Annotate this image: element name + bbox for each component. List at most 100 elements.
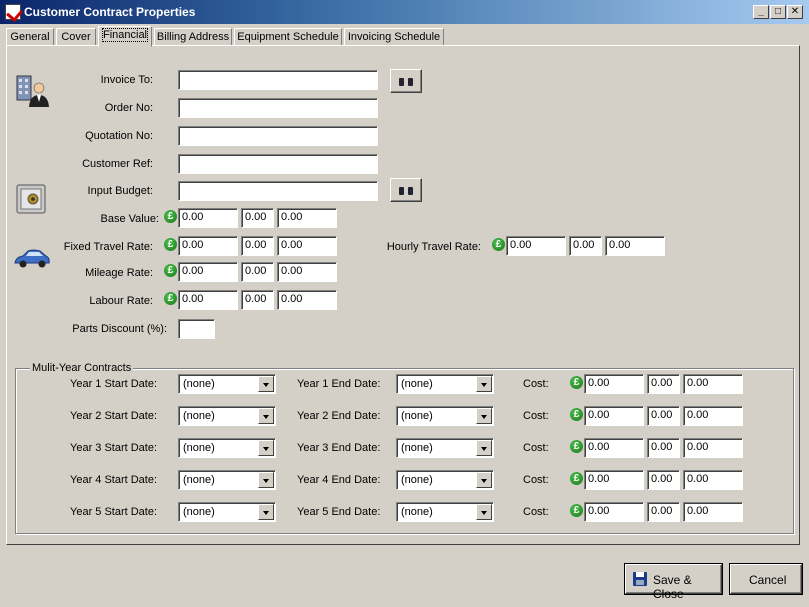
window-title: Customer Contract Properties: [24, 5, 196, 19]
tab-label: General: [10, 31, 50, 43]
select-value: (none): [401, 506, 433, 518]
quotation-no-field[interactable]: [178, 126, 378, 146]
pound-icon: £: [164, 292, 177, 305]
chevron-down-icon[interactable]: [258, 504, 274, 520]
pound-icon: £: [570, 408, 583, 421]
tab-label: Cover: [61, 31, 91, 43]
year-2-start-select[interactable]: (none): [178, 406, 276, 426]
input-budget-lookup-button[interactable]: [390, 178, 422, 202]
hourly-travel-rate-field-1[interactable]: 0.00: [506, 236, 566, 256]
cancel-label: Cancel: [749, 573, 787, 587]
year-3-cost-field-1[interactable]: 0.00: [584, 438, 644, 458]
select-value: (none): [183, 442, 215, 454]
chevron-down-icon[interactable]: [476, 440, 492, 456]
year-1-end-select[interactable]: (none): [396, 374, 494, 394]
tab-billing-address[interactable]: Billing Address: [154, 28, 232, 46]
year-1-cost-field-3[interactable]: 0.00: [683, 374, 743, 394]
year-2-cost-field-2[interactable]: 0.00: [647, 406, 680, 426]
tab-invoicing-schedule[interactable]: Invoicing Schedule: [344, 28, 444, 46]
pound-icon: £: [164, 238, 177, 251]
year-5-cost-field-3[interactable]: 0.00: [683, 502, 743, 522]
select-value: (none): [183, 474, 215, 486]
labour-rate-field-3[interactable]: 0.00: [277, 290, 337, 310]
chevron-down-icon[interactable]: [476, 504, 492, 520]
fixed-travel-rate-field-2[interactable]: 0.00: [241, 236, 274, 256]
chevron-down-icon[interactable]: [258, 408, 274, 424]
year-5-end-label: Year 5 End Date:: [297, 506, 381, 518]
hourly-travel-rate-field-3[interactable]: 0.00: [605, 236, 665, 256]
binoculars-icon: [399, 185, 413, 195]
year-1-end-label: Year 1 End Date:: [297, 378, 381, 390]
year-5-end-select[interactable]: (none): [396, 502, 494, 522]
year-2-cost-field-3[interactable]: 0.00: [683, 406, 743, 426]
fixed-travel-rate-field-3[interactable]: 0.00: [277, 236, 337, 256]
base-value-field-3[interactable]: 0.00: [277, 208, 337, 228]
tab-general[interactable]: General: [6, 28, 54, 46]
fixed-travel-rate-field-1[interactable]: 0.00: [178, 236, 238, 256]
chevron-down-icon[interactable]: [476, 376, 492, 392]
year-5-cost-field-1[interactable]: 0.00: [584, 502, 644, 522]
select-value: (none): [401, 442, 433, 454]
tab-cover[interactable]: Cover: [56, 28, 96, 46]
invoice-to-field[interactable]: [178, 70, 378, 90]
year-4-end-label: Year 4 End Date:: [297, 474, 381, 486]
invoice-to-label: Invoice To:: [100, 74, 153, 86]
chevron-down-icon[interactable]: [476, 472, 492, 488]
close-button[interactable]: ✕: [787, 5, 803, 19]
invoice-to-lookup-button[interactable]: [390, 69, 422, 93]
hourly-travel-rate-field-2[interactable]: 0.00: [569, 236, 602, 256]
title-bar: Customer Contract Properties _ □ ✕: [0, 0, 809, 24]
chevron-down-icon[interactable]: [476, 408, 492, 424]
year-3-end-label: Year 3 End Date:: [297, 442, 381, 454]
year-1-start-select[interactable]: (none): [178, 374, 276, 394]
customer-ref-field[interactable]: [178, 154, 378, 174]
year-2-end-select[interactable]: (none): [396, 406, 494, 426]
year-4-end-select[interactable]: (none): [396, 470, 494, 490]
year-4-start-select[interactable]: (none): [178, 470, 276, 490]
fixed-travel-rate-label: Fixed Travel Rate:: [63, 241, 153, 253]
chevron-down-icon[interactable]: [258, 376, 274, 392]
tab-equipment-schedule[interactable]: Equipment Schedule: [234, 28, 342, 46]
cancel-button[interactable]: Cancel: [730, 564, 802, 594]
year-1-start-label: Year 1 Start Date:: [70, 378, 158, 390]
year-4-cost-field-1[interactable]: 0.00: [584, 470, 644, 490]
chevron-down-icon[interactable]: [258, 472, 274, 488]
labour-rate-field-1[interactable]: 0.00: [178, 290, 238, 310]
year-1-cost-field-1[interactable]: 0.00: [584, 374, 644, 394]
base-value-label: Base Value:: [100, 213, 159, 225]
year-5-start-select[interactable]: (none): [178, 502, 276, 522]
financial-panel: Invoice To: Order No: Quotation No: Cust…: [6, 45, 800, 545]
year-3-end-select[interactable]: (none): [396, 438, 494, 458]
minimize-button[interactable]: _: [753, 5, 769, 19]
building-person-icon: [16, 75, 49, 107]
year-2-cost-field-1[interactable]: 0.00: [584, 406, 644, 426]
mileage-rate-field-3[interactable]: 0.00: [277, 262, 337, 282]
base-value-field-2[interactable]: 0.00: [241, 208, 274, 228]
year-3-cost-field-2[interactable]: 0.00: [647, 438, 680, 458]
maximize-button[interactable]: □: [770, 5, 786, 19]
parts-discount-field[interactable]: [178, 319, 215, 339]
year-3-start-select[interactable]: (none): [178, 438, 276, 458]
labour-rate-label: Labour Rate:: [89, 295, 153, 307]
year-4-cost-field-2[interactable]: 0.00: [647, 470, 680, 490]
input-budget-field[interactable]: [178, 181, 378, 201]
floppy-disk-icon: [633, 572, 647, 586]
year-1-cost-field-2[interactable]: 0.00: [647, 374, 680, 394]
customer-ref-label: Customer Ref:: [82, 158, 153, 170]
mileage-rate-field-2[interactable]: 0.00: [241, 262, 274, 282]
mileage-rate-field-1[interactable]: 0.00: [178, 262, 238, 282]
labour-rate-field-2[interactable]: 0.00: [241, 290, 274, 310]
year-4-cost-field-3[interactable]: 0.00: [683, 470, 743, 490]
year-3-cost-field-3[interactable]: 0.00: [683, 438, 743, 458]
tab-financial[interactable]: Financial: [98, 26, 152, 47]
order-no-field[interactable]: [178, 98, 378, 118]
chevron-down-icon[interactable]: [258, 440, 274, 456]
mileage-rate-label: Mileage Rate:: [85, 267, 153, 279]
input-budget-label: Input Budget:: [87, 185, 153, 197]
base-value-field-1[interactable]: 0.00: [178, 208, 238, 228]
save-close-button[interactable]: Save & Close: [625, 564, 722, 601]
tab-label: Financial: [101, 28, 149, 42]
order-no-label: Order No:: [104, 102, 153, 114]
year-5-cost-field-2[interactable]: 0.00: [647, 502, 680, 522]
year-5-cost-label: Cost:: [523, 506, 549, 518]
